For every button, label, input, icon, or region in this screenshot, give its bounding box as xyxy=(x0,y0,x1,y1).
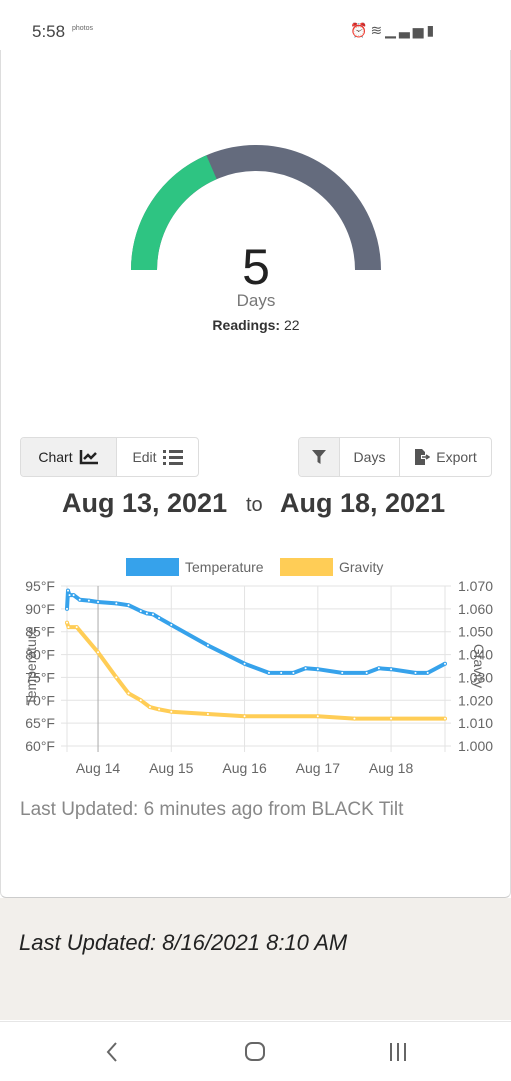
y-right-tick-label: 1.050 xyxy=(458,624,493,640)
data-point-gravity xyxy=(114,675,119,680)
data-point-gravity xyxy=(389,716,394,721)
view-toggle-group: Chart Edit xyxy=(20,437,199,477)
legend-swatch-temperature xyxy=(126,558,179,576)
data-point-temperature xyxy=(138,609,143,614)
data-point-temperature xyxy=(376,666,381,671)
data-point-temperature xyxy=(150,612,155,617)
x-tick-label: Aug 17 xyxy=(296,760,341,776)
data-point-temperature xyxy=(114,601,119,606)
range-to: to xyxy=(246,494,263,516)
y-right-tick-label: 1.070 xyxy=(458,578,493,594)
readings-value: 22 xyxy=(284,317,300,333)
range-start: Aug 13, 2021 xyxy=(62,488,228,518)
data-point-temperature xyxy=(315,667,320,672)
y-left-tick-label: 65°F xyxy=(25,715,55,731)
data-point-gravity xyxy=(66,625,71,630)
data-point-temperature xyxy=(340,670,345,675)
legend-swatch-gravity xyxy=(280,558,333,576)
y-left-tick-label: 85°F xyxy=(25,624,55,640)
data-point-temperature xyxy=(242,661,247,666)
footer-last-updated: Last Updated: 8/16/2021 8:10 AM xyxy=(19,930,348,955)
home-icon[interactable] xyxy=(243,1040,267,1064)
y-left-tick-label: 80°F xyxy=(25,647,55,663)
data-point-gravity xyxy=(352,716,357,721)
line-chart-icon xyxy=(79,450,98,465)
gauge-unit: Days xyxy=(236,291,276,310)
data-point-temperature xyxy=(66,588,71,593)
legend-temperature[interactable]: Temperature xyxy=(185,559,264,575)
android-nav-bar xyxy=(0,1021,511,1081)
y-left-tick-label: 70°F xyxy=(25,692,55,708)
y-right-tick-label: 1.010 xyxy=(458,715,493,731)
data-point-gravity xyxy=(126,691,131,696)
x-tick-label: Aug 15 xyxy=(149,760,194,776)
data-point-gravity xyxy=(443,716,447,721)
gauge-value: 5 xyxy=(242,239,270,295)
readings-label: Readings: xyxy=(212,317,281,333)
data-point-gravity xyxy=(157,707,162,712)
data-point-temperature xyxy=(443,661,447,666)
data-point-temperature xyxy=(425,670,430,675)
data-point-temperature xyxy=(205,643,210,648)
y-right-tick-label: 1.020 xyxy=(458,692,493,708)
x-tick-label: Aug 18 xyxy=(369,760,414,776)
y-right-tick-label: 1.060 xyxy=(458,601,493,617)
data-point-gravity xyxy=(169,709,174,714)
temperature-gravity-chart: Temperature Gravity Temperature Gravity … xyxy=(23,558,493,776)
data-point-temperature xyxy=(364,670,369,675)
back-icon[interactable] xyxy=(100,1040,124,1064)
recents-icon[interactable] xyxy=(386,1040,410,1064)
data-point-gravity xyxy=(315,714,320,719)
data-point-temperature xyxy=(77,597,82,602)
y-left-tick-label: 90°F xyxy=(25,601,55,617)
export-label: Export xyxy=(436,449,477,465)
data-point-temperature xyxy=(413,670,418,675)
data-point-gravity xyxy=(74,625,79,630)
y-right-tick-label: 1.030 xyxy=(458,669,493,685)
chart-button[interactable]: Chart xyxy=(21,438,117,476)
filter-icon xyxy=(312,450,326,464)
data-point-gravity xyxy=(65,620,69,625)
range-toolbar: Days Export xyxy=(298,437,492,477)
data-point-temperature xyxy=(71,593,76,598)
data-point-temperature xyxy=(67,593,72,598)
data-point-temperature xyxy=(291,670,296,675)
edit-label: Edit xyxy=(132,449,157,465)
data-point-temperature xyxy=(303,666,308,671)
data-point-gravity xyxy=(242,714,247,719)
y-right-tick-label: 1.000 xyxy=(458,738,493,754)
data-point-temperature xyxy=(126,603,131,608)
edit-button[interactable]: Edit xyxy=(117,438,198,476)
y-right-tick-label: 1.040 xyxy=(458,647,493,663)
data-point-temperature xyxy=(169,622,174,627)
legend-gravity[interactable]: Gravity xyxy=(339,559,383,575)
footer xyxy=(0,898,511,1020)
y-left-tick-label: 75°F xyxy=(25,669,55,685)
list-icon xyxy=(162,450,183,465)
last-updated-relative: Last Updated: 6 minutes ago from BLACK T… xyxy=(20,799,404,820)
data-point-gravity xyxy=(96,650,101,655)
data-point-temperature xyxy=(157,616,162,620)
range-end: Aug 18, 2021 xyxy=(280,488,446,518)
data-point-temperature xyxy=(86,598,91,603)
data-point-temperature xyxy=(266,670,271,675)
filter-button[interactable] xyxy=(299,438,340,476)
data-point-temperature xyxy=(65,606,69,611)
readings-count: Readings: 22 xyxy=(156,317,356,333)
chart-label: Chart xyxy=(38,449,73,465)
export-button[interactable]: Export xyxy=(400,438,491,476)
data-point-temperature xyxy=(389,667,394,672)
data-point-gravity xyxy=(205,712,210,716)
y-left-tick-label: 95°F xyxy=(25,578,55,594)
data-point-temperature xyxy=(279,670,284,675)
data-point-gravity xyxy=(147,705,152,710)
x-tick-label: Aug 16 xyxy=(222,760,267,776)
data-point-temperature xyxy=(96,600,101,604)
x-tick-label: Aug 14 xyxy=(76,760,121,776)
y-left-tick-label: 60°F xyxy=(25,738,55,754)
file-export-icon xyxy=(415,449,431,465)
days-button[interactable]: Days xyxy=(340,438,400,476)
data-point-temperature xyxy=(144,611,149,616)
data-point-gravity xyxy=(138,698,143,703)
